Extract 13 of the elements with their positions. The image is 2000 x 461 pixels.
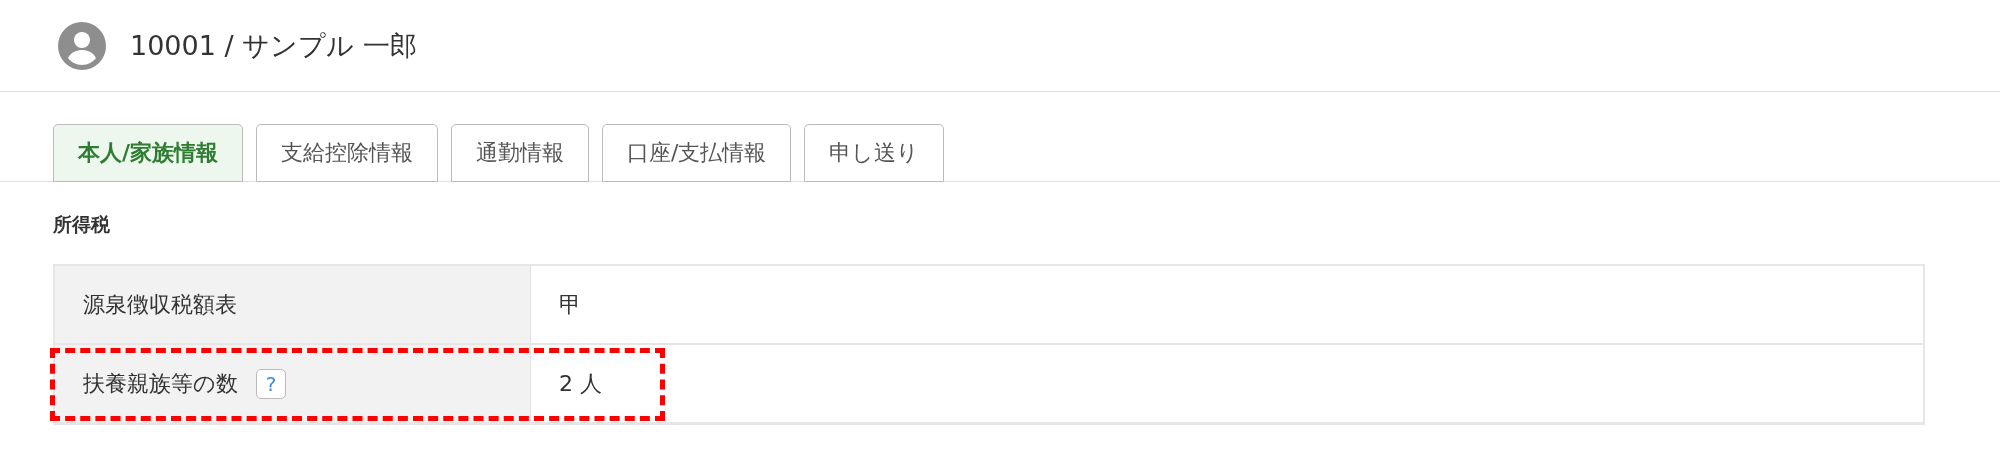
tab[interactable]: 支給控除情報 [256, 124, 439, 182]
field-value: 2 人 [559, 369, 602, 398]
tab[interactable]: 通勤情報 [451, 124, 590, 182]
field-value: 甲 [559, 290, 581, 319]
field-label: 源泉徴収税額表 [83, 290, 237, 319]
tab[interactable]: 申し送り [804, 124, 945, 182]
tab[interactable]: 本人/家族情報 [53, 124, 244, 182]
user-avatar-icon [58, 21, 106, 70]
section-title: 所得税 [53, 212, 111, 237]
employee-title: 10001 / サンプル 一郎 [130, 28, 417, 63]
field-label: 扶養親族等の数 [83, 369, 238, 398]
help-button[interactable]: ? [256, 368, 286, 399]
tab[interactable]: 口座/支払情報 [602, 124, 792, 182]
